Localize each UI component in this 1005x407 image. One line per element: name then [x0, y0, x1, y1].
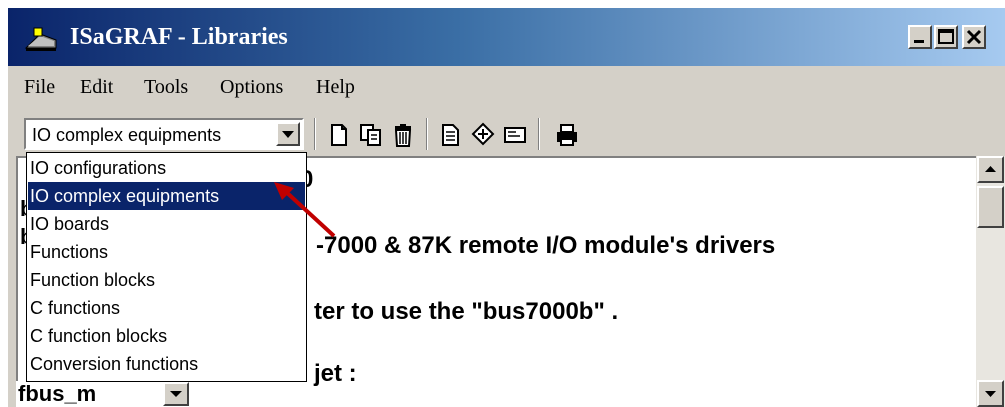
- dropdown-option-io-complex-equipments[interactable]: IO complex equipments: [28, 182, 305, 210]
- chevron-down-icon: [985, 391, 996, 397]
- toolbar: IO complex equipments: [8, 112, 1005, 156]
- properties-icon[interactable]: [438, 122, 464, 148]
- edit-icon[interactable]: [502, 122, 528, 148]
- library-type-dropdown-list: IO configurations IO complex equipments …: [26, 152, 307, 382]
- dropdown-option-c-function-blocks[interactable]: C function blocks: [28, 322, 305, 350]
- library-name-dropdown-button[interactable]: [163, 382, 189, 406]
- dropdown-option-io-configurations[interactable]: IO configurations: [28, 154, 305, 182]
- scroll-up-button[interactable]: [977, 156, 1004, 183]
- delete-icon[interactable]: [390, 122, 416, 148]
- content-line-4: jet :: [314, 360, 357, 387]
- minimize-icon: [914, 40, 924, 43]
- library-type-select[interactable]: IO complex equipments: [24, 118, 304, 150]
- dropdown-option-conversion-functions[interactable]: Conversion functions: [28, 350, 305, 378]
- library-name-select[interactable]: fbus_m: [16, 381, 206, 407]
- close-icon: [966, 29, 982, 45]
- title-bar[interactable]: ISaGRAF - Libraries: [8, 8, 1005, 66]
- dropdown-option-c-functions[interactable]: C functions: [28, 294, 305, 322]
- chevron-down-icon: [282, 131, 294, 138]
- annotation-arrow-icon: [274, 182, 336, 238]
- new-icon[interactable]: [326, 122, 352, 148]
- window-title: ISaGRAF - Libraries: [70, 24, 288, 50]
- chevron-up-icon: [985, 166, 996, 172]
- dropdown-option-functions[interactable]: Functions: [28, 238, 305, 266]
- library-name-value: fbus_m: [18, 381, 97, 406]
- toolbar-separator: [538, 118, 540, 150]
- isagraf-libraries-window: ISaGRAF - Libraries File Edit Tools Opti…: [8, 8, 1005, 407]
- vertical-scrollbar[interactable]: [976, 156, 1005, 407]
- toolbar-separator: [314, 118, 316, 150]
- close-button[interactable]: [962, 25, 986, 49]
- menu-options[interactable]: Options: [220, 76, 283, 99]
- compile-icon[interactable]: [470, 122, 496, 148]
- maximize-icon: [938, 29, 954, 44]
- copy-icon[interactable]: [358, 122, 384, 148]
- maximize-button[interactable]: [934, 25, 958, 49]
- menu-file[interactable]: File: [24, 76, 55, 99]
- scroll-down-button[interactable]: [977, 380, 1004, 407]
- dropdown-option-io-boards[interactable]: IO boards: [28, 210, 305, 238]
- dropdown-toggle-button[interactable]: [276, 122, 300, 146]
- menu-edit[interactable]: Edit: [80, 76, 113, 99]
- chevron-down-icon: [170, 391, 182, 397]
- content-line-3: ter to use the "bus7000b" .: [314, 298, 619, 325]
- print-icon[interactable]: [554, 122, 580, 148]
- isagraf-app-icon: [24, 26, 58, 52]
- toolbar-separator: [426, 118, 428, 150]
- content-line-2: -7000 & 87K remote I/O module's drivers: [316, 232, 776, 259]
- library-type-value: IO complex equipments: [32, 125, 222, 145]
- menu-tools[interactable]: Tools: [144, 76, 188, 99]
- scroll-thumb[interactable]: [977, 186, 1004, 228]
- minimize-button[interactable]: [908, 25, 932, 49]
- menu-help[interactable]: Help: [316, 76, 355, 99]
- menu-bar: File Edit Tools Options Help: [8, 66, 1005, 113]
- dropdown-option-function-blocks[interactable]: Function blocks: [28, 266, 305, 294]
